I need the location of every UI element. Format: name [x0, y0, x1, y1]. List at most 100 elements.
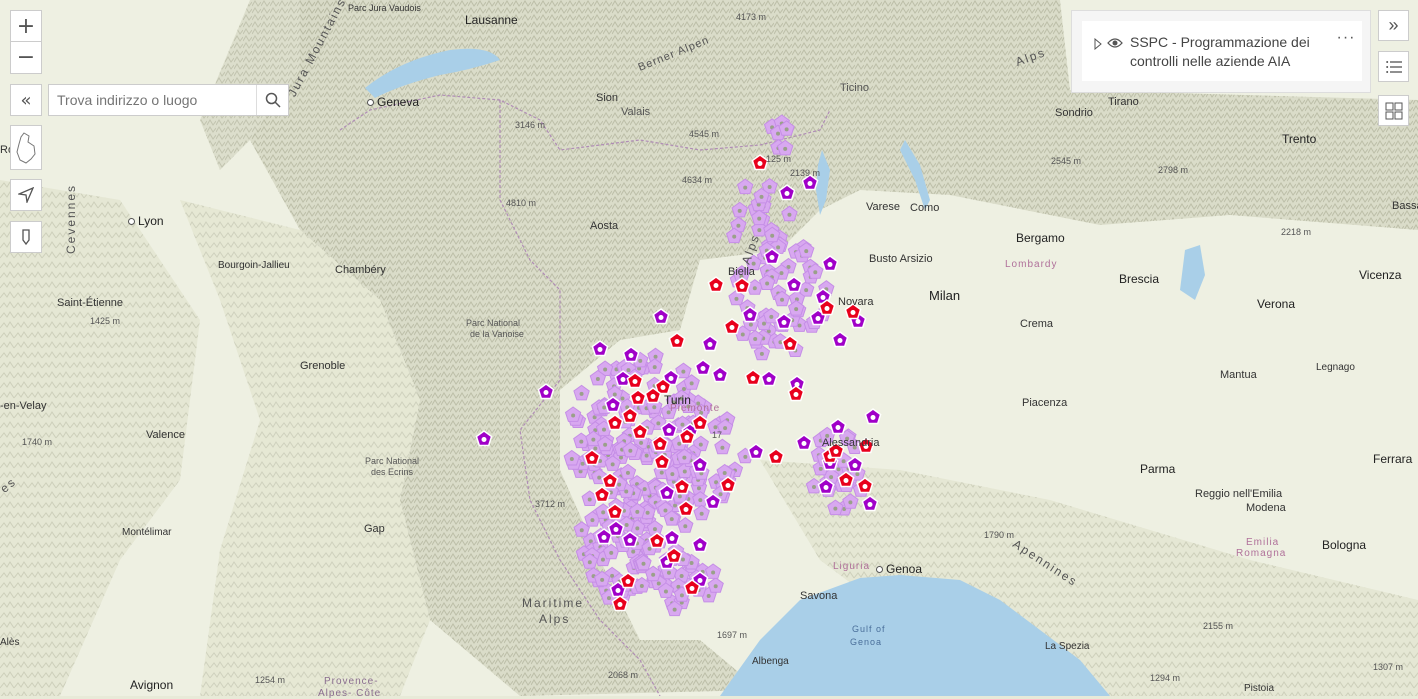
search-input[interactable] — [49, 85, 256, 115]
marker-center — [683, 507, 689, 512]
layer-list-panel: SSPC - Programmazione dei controlli nell… — [1071, 10, 1371, 93]
marker-center — [642, 487, 647, 492]
marker-center — [679, 593, 684, 598]
search-button[interactable] — [256, 85, 288, 115]
marker-center — [600, 557, 605, 562]
collapse-button[interactable]: « — [10, 84, 42, 116]
marker-center — [651, 572, 656, 577]
marker-center — [597, 347, 603, 352]
place-label: Chambéry — [335, 264, 386, 276]
place-label: Brescia — [1119, 272, 1160, 286]
marker-center — [666, 428, 672, 433]
marker-center — [669, 517, 674, 522]
marker-center — [752, 286, 757, 291]
layer-list-button[interactable] — [1378, 51, 1409, 82]
marker-center — [870, 415, 876, 420]
place-label: Bassa — [1392, 200, 1418, 212]
zoom-out-button[interactable]: − — [10, 42, 42, 74]
marker-center — [769, 314, 774, 319]
place-label: Trento — [1282, 132, 1317, 146]
zoom-in-icon: + — [16, 13, 36, 39]
marker-center — [587, 497, 592, 502]
marker-center — [639, 440, 644, 445]
marker-center — [481, 437, 487, 442]
basemap-gallery-button[interactable] — [1378, 95, 1409, 126]
locate-button[interactable] — [10, 179, 42, 211]
elevation-label: 1254 m — [255, 675, 286, 685]
marker-center — [757, 161, 763, 166]
place-label: Lombardy — [1005, 259, 1058, 270]
elevation-label: 125 m — [766, 154, 792, 164]
search-box[interactable] — [48, 84, 289, 116]
marker-center — [637, 430, 643, 435]
marker-center — [711, 570, 716, 575]
marker-center — [794, 307, 799, 312]
pin-button[interactable] — [10, 221, 42, 253]
marker-center — [607, 479, 613, 484]
marker-center — [610, 462, 615, 467]
region-button[interactable] — [10, 125, 42, 170]
marker-center — [753, 337, 758, 342]
marker-center — [776, 245, 781, 250]
layer-title: SSPC - Programmazione dei controlli nell… — [1130, 34, 1310, 69]
expand-panel-button[interactable]: » — [1378, 10, 1409, 41]
marker-center — [697, 421, 703, 426]
place-label: Varese — [866, 201, 901, 213]
marker-center — [627, 414, 633, 419]
marker-center — [740, 332, 745, 337]
place-label: Savona — [800, 590, 838, 602]
marker-center — [843, 478, 849, 483]
elevation-label: 1307 m — [1373, 662, 1404, 672]
marker-center — [641, 561, 646, 566]
marker-center — [780, 297, 785, 302]
marker-center — [612, 392, 617, 397]
list-icon — [1385, 60, 1402, 73]
place-label: Biella — [728, 266, 755, 278]
marker-center — [671, 554, 677, 559]
marker-center — [601, 510, 606, 515]
marker-center — [801, 441, 807, 446]
elevation-label: 4634 m — [682, 175, 713, 185]
place-label: Grenoble — [300, 360, 346, 372]
elevation-label: 1740 m — [22, 437, 53, 447]
marker-center — [626, 368, 631, 373]
marker-center — [602, 427, 607, 432]
marker-center — [850, 310, 856, 315]
marker-center — [681, 369, 686, 374]
marker-center — [699, 511, 704, 516]
layer-item[interactable]: SSPC - Programmazione dei controlli nell… — [1082, 21, 1362, 81]
marker-center — [620, 377, 626, 382]
eye-icon[interactable] — [1107, 37, 1123, 49]
marker-center — [647, 546, 652, 551]
elevation-label: 1294 m — [1150, 673, 1181, 683]
region-outline-icon — [16, 131, 36, 164]
zoom-in-button[interactable]: + — [10, 10, 42, 42]
more-options-button[interactable]: ··· — [1334, 29, 1358, 49]
marker-center — [783, 146, 788, 151]
place-label: Legnago — [1316, 362, 1355, 373]
marker-center — [807, 181, 813, 186]
marker-center — [837, 338, 843, 343]
marker-center — [628, 448, 633, 453]
marker-center — [587, 560, 592, 565]
search-icon — [265, 92, 281, 108]
elevation-label: 1697 m — [717, 630, 748, 640]
locate-icon — [18, 187, 34, 203]
marker-center — [734, 296, 739, 301]
marker-center — [855, 319, 861, 324]
marker-center — [593, 446, 598, 451]
place-label: Como — [910, 202, 940, 214]
marker-center — [612, 510, 618, 515]
marker-center — [824, 306, 830, 311]
marker-center — [836, 467, 841, 472]
caret-right-icon[interactable] — [1094, 38, 1102, 50]
marker-center — [657, 442, 663, 447]
marker-center — [571, 413, 576, 418]
marker-center — [603, 442, 608, 447]
place-label: Sondrio — [1055, 107, 1093, 119]
place-label: Valais — [621, 106, 651, 118]
marker-center — [652, 405, 657, 410]
marker-center — [613, 527, 619, 532]
marker-center — [680, 557, 685, 562]
marker-center — [804, 288, 809, 293]
